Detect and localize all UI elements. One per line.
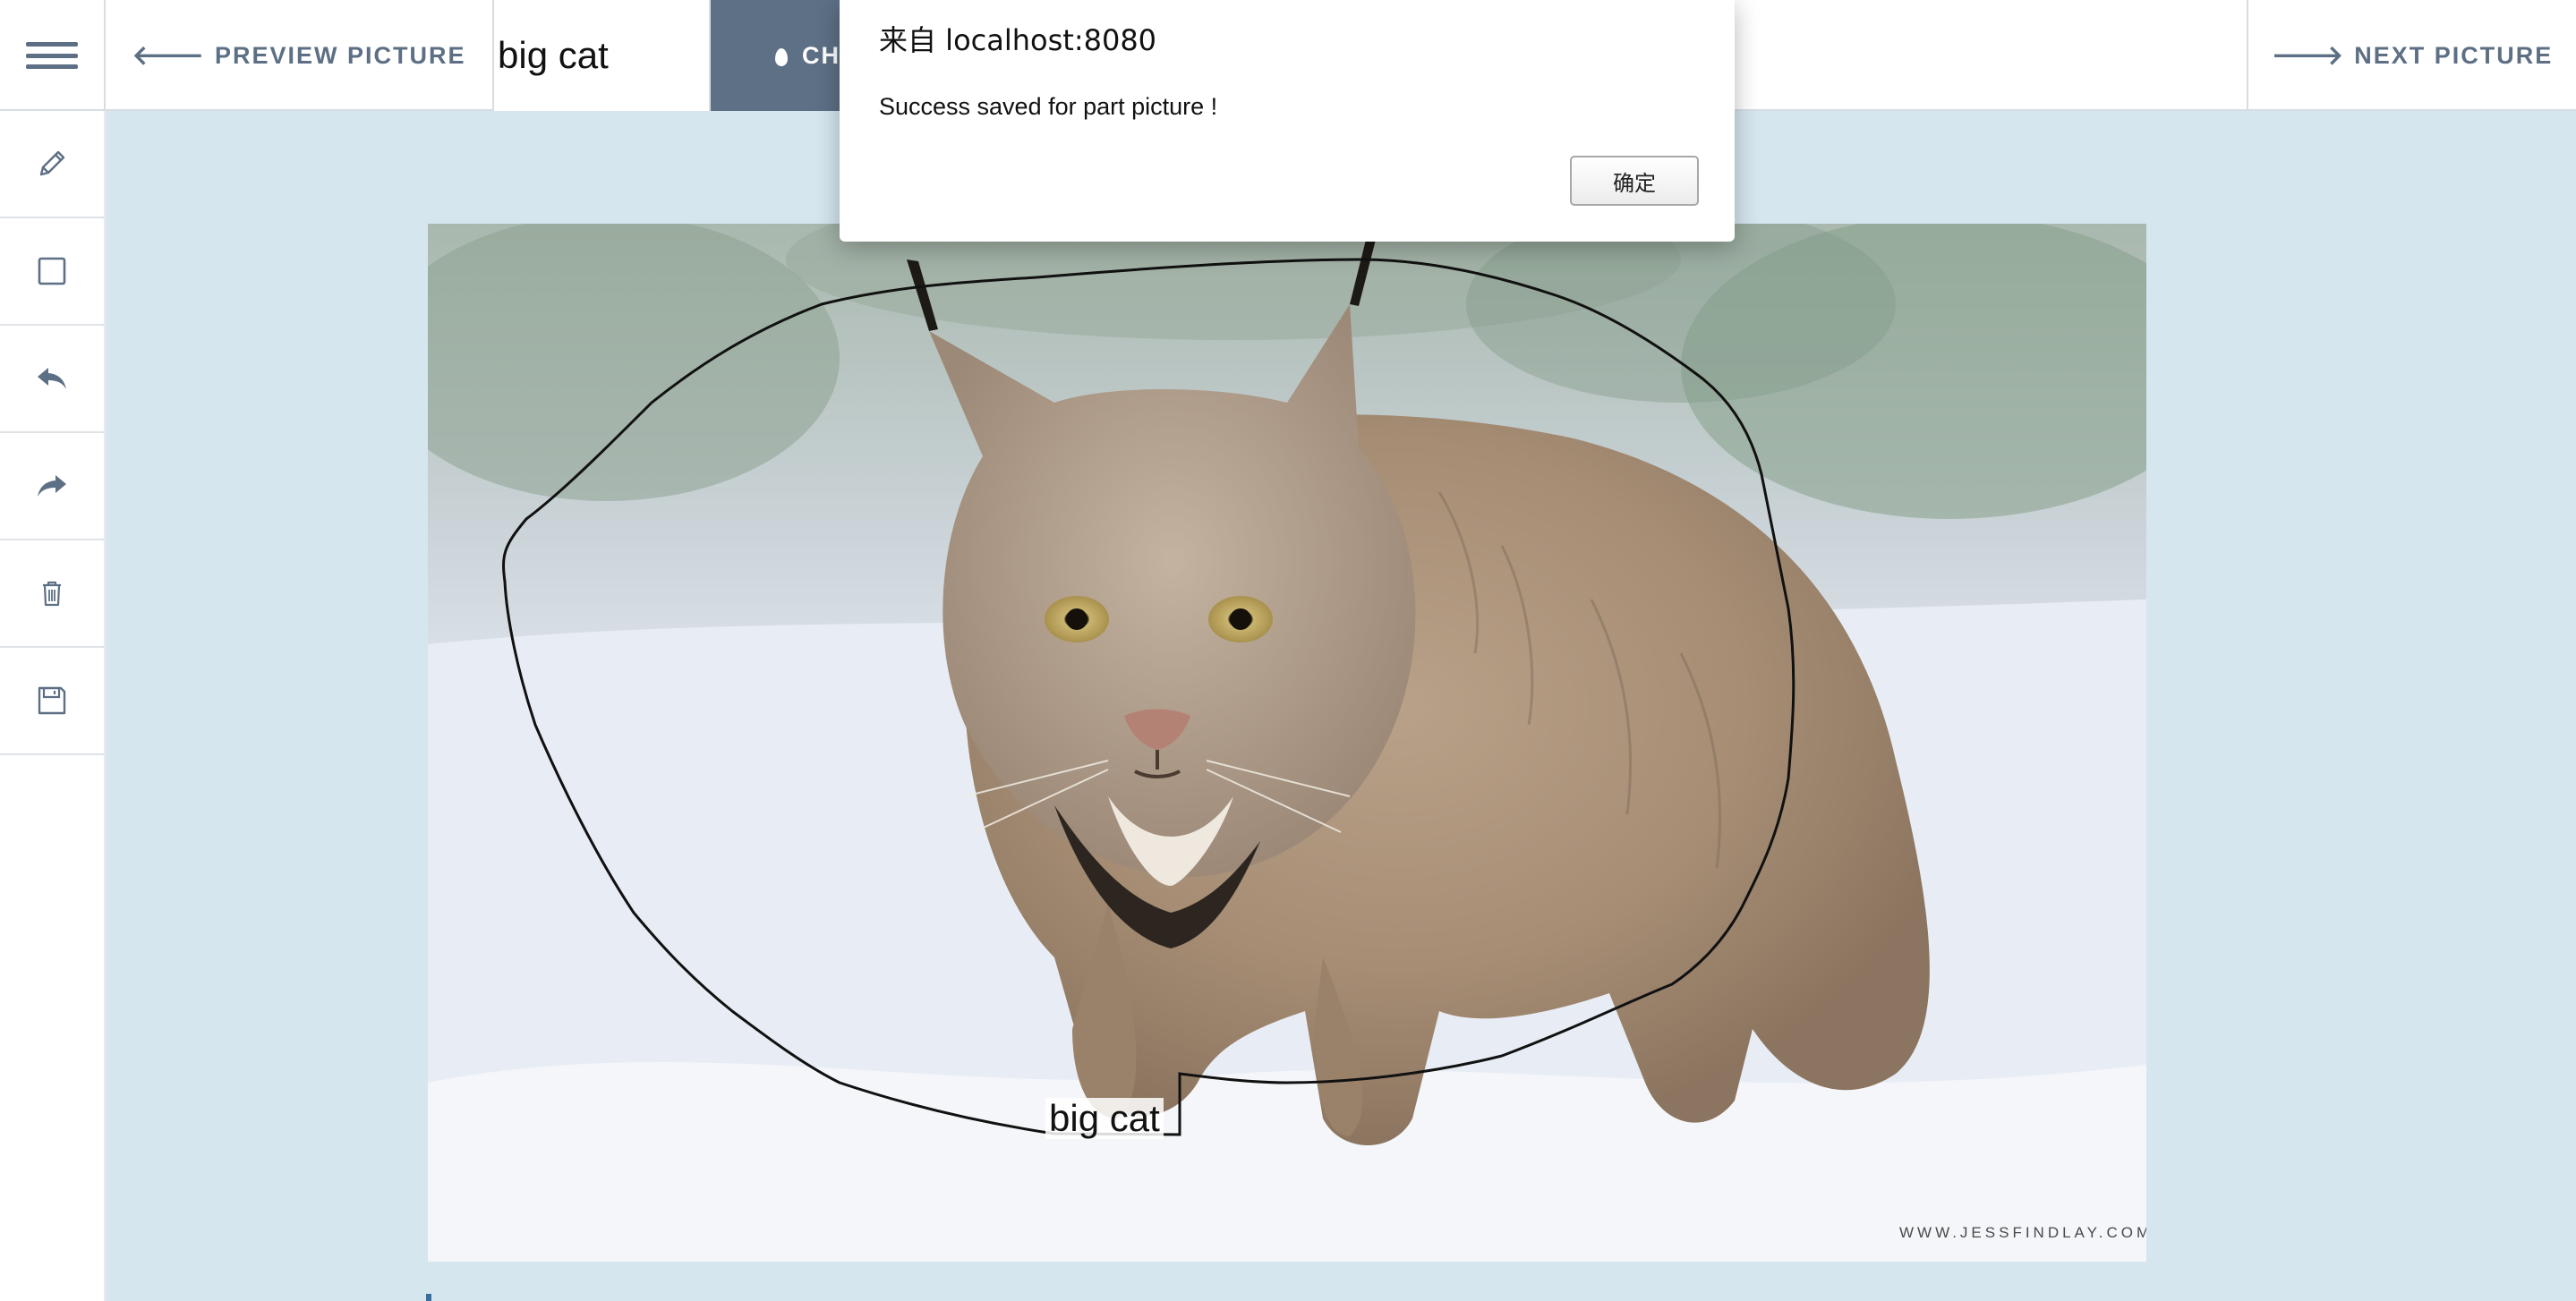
- dialog-title: 来自 localhost:8080: [879, 23, 1157, 57]
- redo-button[interactable]: [0, 433, 104, 540]
- dialog-message: Success saved for part picture !: [879, 93, 1218, 120]
- annotation-canvas[interactable]: big cat WWW.JESSFINDLAY.COM: [428, 224, 2146, 1262]
- arrow-left-icon: 🡐: [132, 41, 206, 71]
- photo-watermark: WWW.JESSFINDLAY.COM: [1899, 1224, 2146, 1241]
- pencil-icon: [39, 150, 65, 176]
- next-picture-button[interactable]: 🡒 NEXT PICTURE: [2247, 0, 2576, 111]
- tool-sidebar: [0, 111, 106, 1301]
- undo-button[interactable]: [0, 326, 104, 433]
- arrow-right-icon: 🡒: [2271, 41, 2346, 71]
- dialog-ok-button[interactable]: 确定: [1570, 156, 1699, 206]
- lynx-photo: [428, 224, 2146, 1262]
- delete-button[interactable]: [0, 540, 104, 648]
- save-icon: [38, 686, 66, 715]
- previous-picture-button[interactable]: 🡐 PREVIEW PICTURE: [106, 0, 494, 111]
- menu-button[interactable]: [0, 0, 106, 111]
- pencil-tool-button[interactable]: [0, 111, 104, 218]
- save-button[interactable]: [0, 648, 104, 755]
- annotation-label: big cat: [1045, 1098, 1164, 1139]
- hamburger-icon: [26, 42, 78, 69]
- scroll-marker: [426, 1294, 431, 1301]
- previous-picture-label: PREVIEW PICTURE: [214, 41, 466, 69]
- undo-icon: [38, 368, 66, 389]
- rectangle-tool-button[interactable]: [0, 218, 104, 326]
- next-picture-label: NEXT PICTURE: [2354, 41, 2554, 69]
- redo-icon: [38, 475, 66, 497]
- droplet-icon: [775, 48, 788, 66]
- label-input[interactable]: [494, 0, 711, 111]
- alert-dialog: 来自 localhost:8080 Success saved for part…: [840, 0, 1735, 242]
- trash-icon: [43, 581, 61, 607]
- rectangle-icon: [38, 257, 66, 285]
- change-color-label: CH: [802, 41, 840, 69]
